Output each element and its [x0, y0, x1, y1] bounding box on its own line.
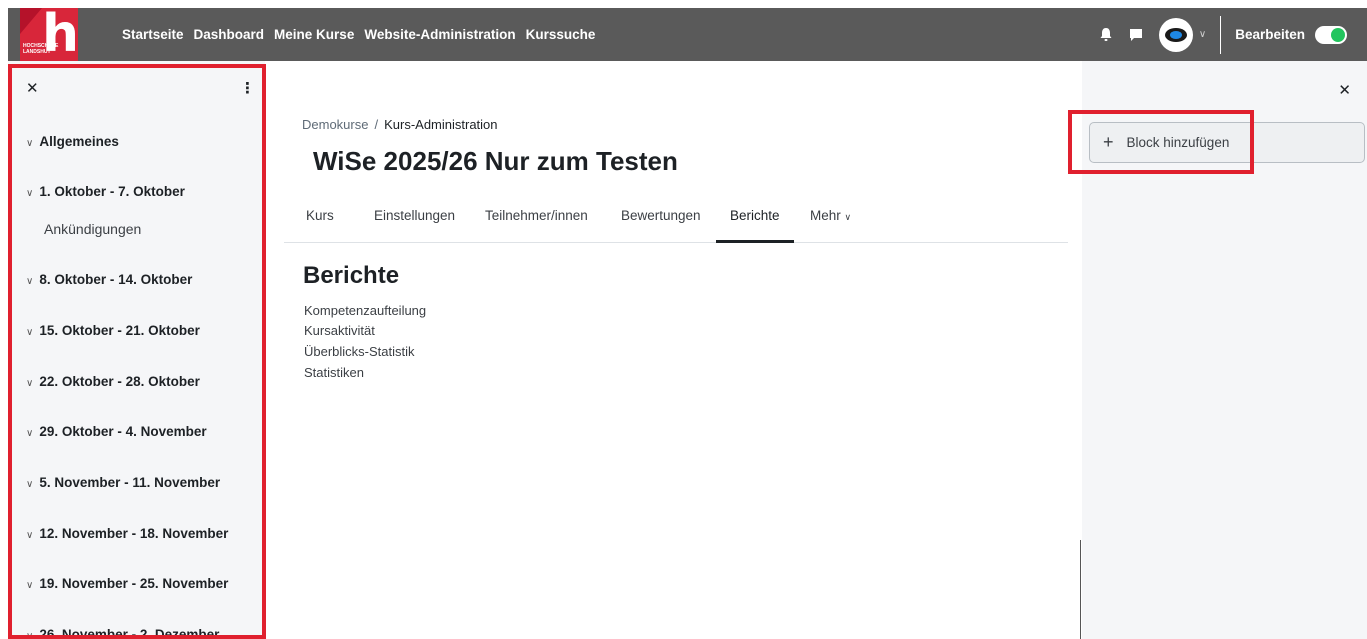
toggle-knob [1331, 27, 1345, 42]
nav-link-dashboard[interactable]: Dashboard [194, 27, 265, 42]
tab-mehr[interactable]: Mehr ∨ [810, 208, 851, 223]
breadcrumb-separator: / [374, 117, 379, 132]
page-title: WiSe 2025/26 Nur zum Testen [313, 146, 678, 176]
nav-link-startseite[interactable]: Startseite [122, 27, 184, 42]
primary-navigation: Startseite Dashboard Meine Kurse Website… [122, 8, 605, 61]
user-menu-chevron-down-icon[interactable]: ∨ [1199, 29, 1206, 40]
close-block-drawer-icon[interactable]: ✕ [1338, 81, 1351, 99]
edit-mode-label: Bearbeiten [1235, 27, 1305, 42]
nav-link-kurssuche[interactable]: Kurssuche [526, 27, 596, 42]
navbar-user-area: ∨ Bearbeiten [1091, 8, 1367, 61]
hochschule-logo[interactable]: h HOCHSCHULE LANDSHUT [20, 8, 78, 61]
logo-text: HOCHSCHULE LANDSHUT [23, 43, 59, 55]
report-link-kompetenzaufteilung[interactable]: Kompetenzaufteilung [304, 303, 426, 318]
report-link-statistiken[interactable]: Statistiken [304, 365, 364, 380]
logo-shape [20, 8, 42, 34]
breadcrumb-link-demokurse[interactable]: Demokurse [302, 117, 368, 132]
report-link-kursaktivitaet[interactable]: Kursaktivität [304, 323, 375, 338]
mehr-chevron-down-icon: ∨ [844, 212, 852, 222]
tab-teilnehmer[interactable]: Teilnehmer/innen [485, 208, 588, 223]
messages-icon[interactable] [1121, 8, 1151, 61]
report-link-ueberblicks-statistik[interactable]: Überblicks-Statistik [304, 344, 415, 359]
nav-link-meine-kurse[interactable]: Meine Kurse [274, 27, 354, 42]
navbar-divider [1220, 15, 1222, 54]
breadcrumb: Demokurse / Kurs-Administration [302, 117, 498, 132]
tab-berichte[interactable]: Berichte [730, 208, 780, 223]
notifications-bell-icon[interactable] [1091, 8, 1121, 61]
annotation-highlight-course-index [8, 64, 266, 639]
avatar-dot [1169, 30, 1182, 39]
tab-kurs[interactable]: Kurs [306, 208, 334, 223]
user-avatar[interactable] [1158, 17, 1193, 52]
annotation-highlight-add-block [1068, 110, 1254, 174]
edit-mode-toggle[interactable] [1315, 25, 1347, 44]
nav-link-website-administration[interactable]: Website-Administration [364, 27, 515, 42]
course-secondary-navigation: Kurs Einstellungen Teilnehmer/innen Bewe… [284, 196, 1068, 243]
tab-einstellungen[interactable]: Einstellungen [374, 208, 455, 223]
top-strip [0, 0, 1367, 8]
top-navbar: h HOCHSCHULE LANDSHUT Startseite Dashboa… [8, 8, 1367, 61]
breadcrumb-current: Kurs-Administration [384, 117, 498, 132]
active-tab-indicator [716, 240, 794, 243]
content-scroll-edge [1080, 540, 1081, 639]
tab-bewertungen[interactable]: Bewertungen [621, 208, 701, 223]
reports-heading: Berichte [303, 262, 400, 289]
